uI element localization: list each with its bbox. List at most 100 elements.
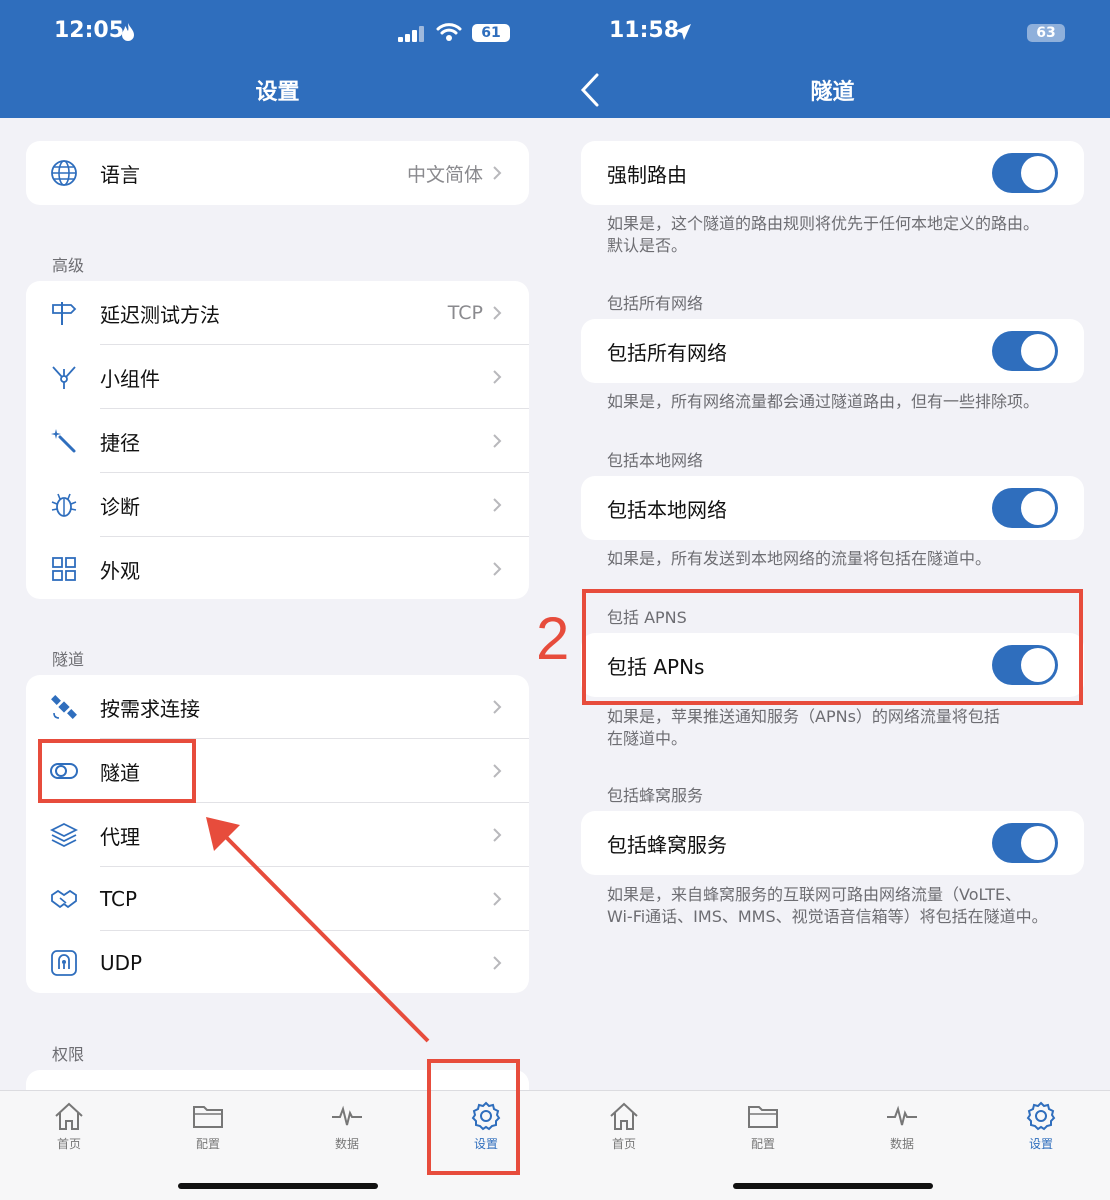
language-card: 语言 中文简体 (26, 141, 529, 205)
apns-description: 如果是，苹果推送通知服务（APNs）的网络流量将包括 在隧道中。 (607, 706, 1000, 750)
status-time: 11:58 (609, 18, 680, 43)
tab-data[interactable]: 数据 (857, 1101, 947, 1152)
bug-icon (51, 493, 77, 517)
cellular-card: 包括蜂窝服务 (581, 811, 1084, 875)
tcp-label: TCP (100, 887, 138, 911)
chevron-right-icon (493, 562, 502, 576)
home-icon (55, 1102, 83, 1130)
advanced-card: 延迟测试方法 TCP 小组件 捷径 诊断 外观 (26, 281, 529, 599)
magic-wand-icon (51, 429, 76, 453)
chevron-right-icon (493, 700, 502, 714)
tab-data[interactable]: 数据 (302, 1101, 392, 1152)
on-demand-row[interactable]: 按需求连接 (26, 675, 529, 739)
force-route-row: 强制路由 (581, 141, 1084, 205)
location-arrow-icon (675, 24, 691, 40)
local-networks-label: 包括本地网络 (607, 497, 727, 522)
annotation-highlight-apns (582, 589, 1083, 705)
globe-icon (51, 160, 77, 186)
force-route-card: 强制路由 (581, 141, 1084, 205)
local-networks-toggle[interactable] (992, 488, 1058, 528)
nav-bar: 11:58 63 隧道 (555, 0, 1110, 118)
all-networks-description: 如果是，所有网络流量都会通过隧道路由，但有一些排除项。 (607, 392, 1040, 411)
tab-config-label: 配置 (750, 1137, 775, 1151)
local-networks-description: 如果是，所有发送到本地网络的流量将包括在隧道中。 (607, 549, 992, 568)
shortcuts-label: 捷径 (100, 430, 140, 455)
tunnel-screen: 11:58 63 隧道 强制路由 如果是，这个隧道的路由规则将优先于任何本地定义… (555, 0, 1110, 1200)
signpost-icon (52, 302, 77, 325)
local-networks-card: 包括本地网络 (581, 476, 1084, 540)
diagnostics-row[interactable]: 诊断 (26, 473, 529, 537)
chevron-right-icon (493, 370, 502, 384)
section-header-cellular: 包括蜂窝服务 (607, 786, 704, 805)
home-icon (610, 1102, 638, 1130)
section-header-tunnel: 隧道 (52, 650, 85, 669)
latency-test-row[interactable]: 延迟测试方法 TCP (26, 281, 529, 345)
annotation-step-number: 2 (536, 605, 570, 672)
chevron-right-icon (493, 764, 502, 778)
layers-icon (50, 822, 78, 848)
diagnostics-label: 诊断 (100, 494, 140, 519)
folder-icon (748, 1106, 778, 1128)
chevron-right-icon (493, 306, 502, 320)
tab-home[interactable]: 首页 (24, 1101, 114, 1152)
annotation-highlight-tunnel (38, 739, 196, 803)
satellite-icon (51, 695, 77, 719)
grid-icon (52, 557, 76, 581)
tab-settings-label: 设置 (1028, 1137, 1053, 1151)
cellular-desc-line2: Wi-Fi通话、IMS、MMS、视觉语音信箱等）将包括在隧道中。 (607, 907, 1048, 926)
force-route-desc-line2: 默认是否。 (607, 236, 688, 255)
wifi-icon (436, 23, 462, 41)
gear-icon (1026, 1101, 1056, 1131)
tab-config[interactable]: 配置 (163, 1101, 253, 1152)
section-header-permissions: 权限 (52, 1045, 85, 1064)
home-indicator (178, 1183, 378, 1189)
language-value: 中文简体 (406, 163, 483, 186)
latency-test-label: 延迟测试方法 (100, 302, 220, 327)
widgets-row[interactable]: 小组件 (26, 345, 529, 409)
section-header-advanced: 高级 (52, 256, 85, 275)
page-title: 设置 (255, 80, 300, 105)
chevron-right-icon (493, 434, 502, 448)
tab-config[interactable]: 配置 (718, 1101, 808, 1152)
chevron-right-icon (493, 892, 502, 906)
toggle-knob (1021, 334, 1055, 368)
tab-settings[interactable]: 设置 (996, 1101, 1086, 1152)
section-header-all-networks: 包括所有网络 (607, 294, 704, 313)
appearance-label: 外观 (100, 558, 140, 583)
section-header-local-networks: 包括本地网络 (607, 451, 704, 470)
flame-icon (122, 23, 134, 41)
appearance-row[interactable]: 外观 (26, 537, 529, 599)
battery-indicator: 61 (472, 24, 510, 42)
force-route-toggle[interactable] (992, 153, 1058, 193)
tab-home[interactable]: 首页 (579, 1101, 669, 1152)
cellular-toggle[interactable] (992, 823, 1058, 863)
all-networks-card: 包括所有网络 (581, 319, 1084, 383)
apns-desc-line1: 如果是，苹果推送通知服务（APNs）的网络流量将包括 (607, 707, 1000, 726)
chevron-right-icon (493, 498, 502, 512)
all-networks-toggle[interactable] (992, 331, 1058, 371)
home-indicator (733, 1183, 933, 1189)
status-time: 12:05 (54, 18, 125, 43)
language-row[interactable]: 语言 中文简体 (26, 141, 529, 205)
activity-icon (332, 1105, 362, 1126)
local-networks-row: 包括本地网络 (581, 476, 1084, 540)
cellular-desc-line1: 如果是，来自蜂窝服务的互联网可路由网络流量（VoLTE、 (607, 885, 1022, 904)
shortcuts-row[interactable]: 捷径 (26, 409, 529, 473)
ear-icon (51, 950, 77, 976)
chevron-right-icon (493, 828, 502, 842)
udp-label: UDP (100, 951, 143, 975)
language-label: 语言 (100, 162, 140, 187)
tab-data-label: 数据 (889, 1137, 914, 1151)
cellular-signal-icon (398, 26, 424, 42)
proxy-label: 代理 (100, 824, 140, 849)
folder-icon (193, 1106, 223, 1128)
force-route-desc-line1: 如果是，这个隧道的路由规则将优先于任何本地定义的路由。 (607, 214, 1040, 233)
force-route-description: 如果是，这个隧道的路由规则将优先于任何本地定义的路由。 默认是否。 (607, 213, 1039, 257)
widget-icon (52, 366, 76, 389)
tab-home-label: 首页 (611, 1137, 636, 1151)
cellular-label: 包括蜂窝服务 (607, 832, 727, 857)
chevron-right-icon (493, 956, 502, 970)
chevron-right-icon (493, 166, 502, 180)
all-networks-row: 包括所有网络 (581, 319, 1084, 383)
battery-indicator: 63 (1027, 24, 1065, 42)
